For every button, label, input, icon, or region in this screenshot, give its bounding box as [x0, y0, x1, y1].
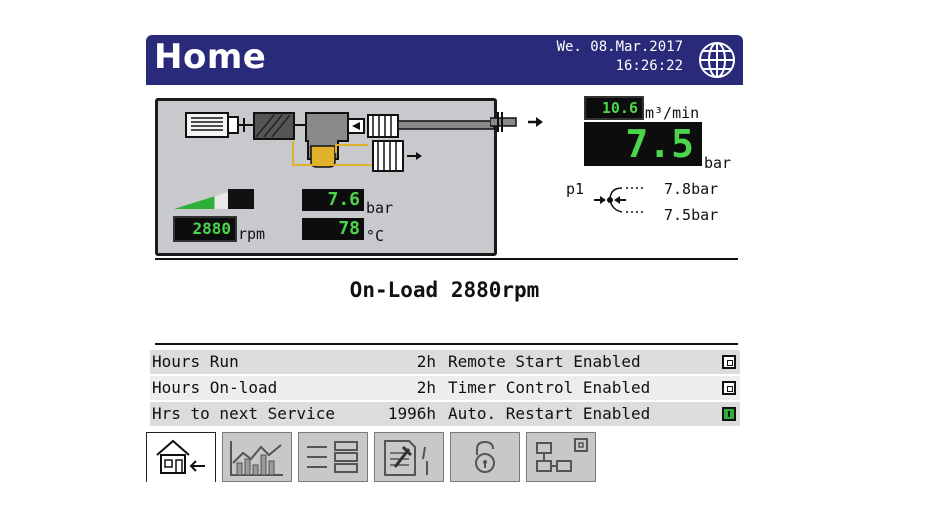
network-icon: [536, 438, 588, 472]
datetime: We. 08.Mar.2017 16:26:22: [557, 38, 683, 76]
info-label: Hours On-load: [152, 378, 278, 397]
outlet-pipe: [490, 112, 543, 132]
lock-icon: [475, 440, 495, 473]
service-icon: [384, 440, 428, 476]
info-value: 1996h: [387, 404, 436, 423]
speed-level-wedge: [174, 196, 215, 209]
info-label: Hours Run: [152, 352, 239, 371]
divider-top: [155, 258, 738, 260]
outlet-pressure-unit: bar: [704, 154, 732, 172]
info-value: 2h: [416, 352, 436, 371]
divider-bottom: [155, 343, 738, 345]
speed-unit: rpm: [238, 225, 266, 243]
feature-label: Timer Control Enabled: [448, 378, 651, 397]
flow-display: 10.6: [584, 96, 644, 120]
timer-control-indicator: [722, 381, 736, 395]
info-row: Hrs to next Service 1996h Auto. Restart …: [150, 402, 740, 426]
tab-service[interactable]: [374, 432, 444, 482]
feature-label: Auto. Restart Enabled: [448, 404, 651, 423]
flow-unit: m³/min: [645, 104, 700, 122]
internal-pressure-unit: bar: [366, 199, 394, 217]
p1-lower-value: 7.5bar: [664, 206, 719, 224]
list-icon: [307, 441, 358, 473]
temperature-display: 78: [302, 218, 364, 240]
tab-home[interactable]: [146, 432, 216, 482]
pressure-band-icon: [594, 187, 646, 213]
time-text: 16:26:22: [615, 58, 683, 74]
p1-upper-value: 7.8bar: [664, 180, 719, 198]
info-row: Hours On-load 2h Timer Control Enabled: [150, 376, 740, 400]
outlet-pressure-display: 7.5: [584, 122, 702, 166]
info-value: 2h: [416, 378, 436, 397]
tab-trends[interactable]: [222, 432, 292, 482]
home-icon: [156, 439, 205, 474]
feature-label: Remote Start Enabled: [448, 352, 641, 371]
date-text: We. 08.Mar.2017: [556, 39, 683, 55]
info-label: Hrs to next Service: [152, 404, 336, 423]
info-row: Hours Run 2h Remote Start Enabled: [150, 350, 740, 374]
auto-restart-indicator: [722, 407, 736, 421]
tab-list[interactable]: [298, 432, 368, 482]
speed-display: 2880: [173, 216, 237, 242]
tab-lock[interactable]: [450, 432, 520, 482]
header-bar: Home We. 08.Mar.2017 16:26:22: [146, 35, 743, 85]
remote-start-indicator: [722, 355, 736, 369]
p1-label: p1: [566, 180, 585, 198]
page-title: Home: [154, 37, 267, 77]
status-text: On-Load 2880rpm: [349, 278, 540, 302]
internal-pressure-display: 7.6: [302, 189, 364, 211]
tab-network[interactable]: [526, 432, 596, 482]
temperature-unit: °C: [366, 227, 385, 245]
compressor-diagram: 2880 rpm 7.6 bar 78 °C: [155, 98, 497, 256]
trend-chart-icon: [230, 441, 283, 476]
globe-icon[interactable]: [697, 40, 737, 80]
